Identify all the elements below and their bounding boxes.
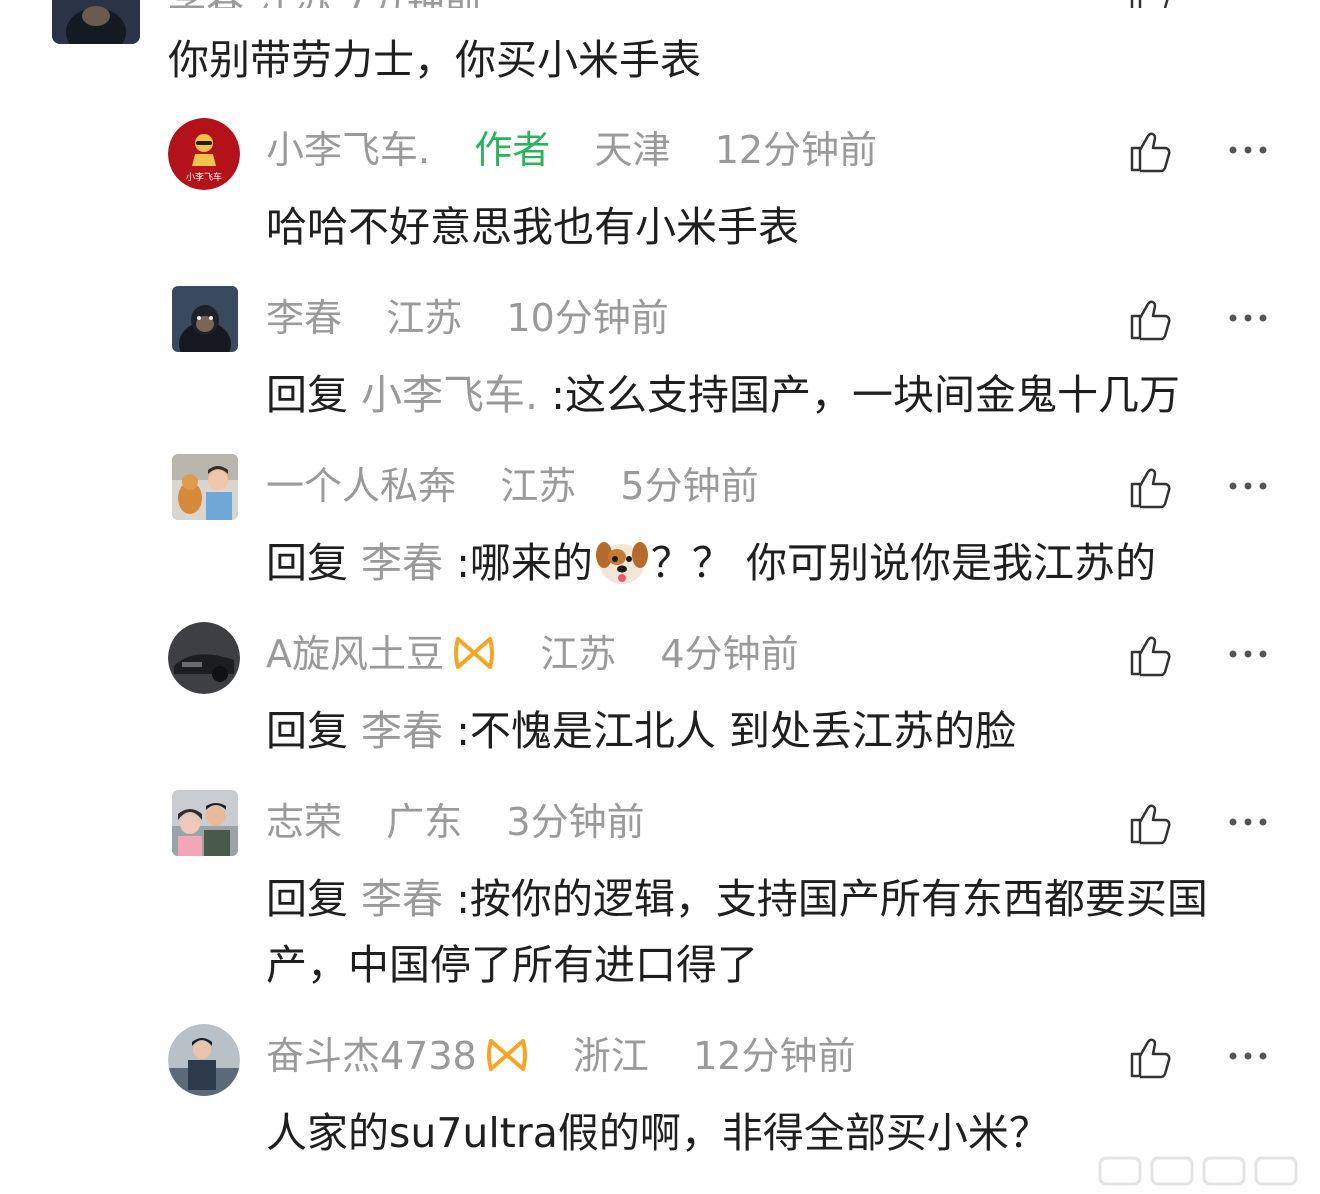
reply-text: 回复 小李飞车. :这么支持国产，一块间金鬼十几万 <box>266 362 1256 428</box>
location: 天津 <box>594 128 671 172</box>
reply-target-user[interactable]: 李春 <box>361 875 443 923</box>
reply-label: 回复 <box>266 371 348 419</box>
timestamp: 5分钟前 <box>620 464 759 508</box>
reply-content: :这么支持国产，一块间金鬼十几万 <box>551 371 1180 419</box>
top-comment-meta: 李春 江苏 7分钟前 <box>168 0 728 8</box>
reply-meta: 志荣 广东 3分钟前 <box>266 798 645 846</box>
avatar-top-comment[interactable] <box>52 0 140 44</box>
thumbs-up-icon[interactable] <box>1126 800 1174 848</box>
username[interactable]: 志荣 <box>266 800 342 844</box>
reply-label: 回复 <box>266 875 348 923</box>
location: 江苏 <box>386 296 463 340</box>
more-dots-icon[interactable] <box>1228 312 1268 324</box>
timestamp: 12分钟前 <box>714 128 878 172</box>
location: 广东 <box>386 800 463 844</box>
location: 浙江 <box>572 1034 649 1078</box>
thumbs-up-icon[interactable] <box>1126 632 1174 680</box>
reply-meta: 李春 江苏 10分钟前 <box>266 294 669 342</box>
thumbs-up-icon[interactable] <box>1126 296 1174 344</box>
dog-face-emoji <box>595 542 648 584</box>
avatar-fendoujie[interactable] <box>168 1024 240 1096</box>
avatar-lichun[interactable] <box>172 286 238 352</box>
timestamp: 12分钟前 <box>693 1034 856 1078</box>
username[interactable]: 一个人私奔 <box>266 464 456 508</box>
reply-meta: 一个人私奔 江苏 5分钟前 <box>266 462 759 510</box>
avatar-yigerensiben[interactable] <box>172 454 238 520</box>
reply-target-user[interactable]: 小李飞车. <box>361 371 538 419</box>
thumbs-up-icon[interactable] <box>1126 464 1174 512</box>
avatar-zhirong[interactable] <box>172 790 238 856</box>
more-dots-icon[interactable] <box>1228 1050 1268 1062</box>
more-dots-icon[interactable] <box>1228 480 1268 492</box>
reply-meta: 奋斗杰4738 浙江 12分钟前 <box>266 1032 855 1080</box>
vip-badge-icon <box>486 1039 527 1071</box>
more-dots-icon[interactable] <box>1228 816 1268 828</box>
top-comment-like-button[interactable] <box>1124 0 1176 8</box>
avatar-xiaolifeiche[interactable]: 小李飞车 <box>168 118 240 190</box>
username[interactable]: 李春 <box>266 296 342 340</box>
top-comment-text: 你别带劳力士，你买小米手表 <box>168 36 701 84</box>
more-dots-icon[interactable] <box>1228 648 1268 660</box>
reply-meta: 小李飞车. 作者 天津 12分钟前 <box>266 126 877 174</box>
reply-content: :不愧是江北人 到处丢江苏的脸 <box>456 707 1016 755</box>
thumbs-up-icon[interactable] <box>1126 128 1174 176</box>
reply-content: 人家的su7ultra假的啊，非得全部买小米？ <box>266 1109 1050 1157</box>
avatar-logo-text: 小李飞车 <box>186 171 222 183</box>
reply-text: 回复 李春 :哪来的 ？？ 你可别说你是我江苏的 <box>266 530 1256 596</box>
username[interactable]: 奋斗杰4738 <box>266 1034 477 1078</box>
reply-text: 回复 李春 :不愧是江北人 到处丢江苏的脸 <box>266 698 1256 764</box>
thumbs-up-icon[interactable] <box>1126 1034 1174 1082</box>
reply-target-user[interactable]: 李春 <box>361 539 443 587</box>
reply-content-after: ？？ 你可别说你是我江苏的 <box>650 539 1156 587</box>
reply-meta: A旋风土豆 江苏 4分钟前 <box>266 630 799 678</box>
location: 江苏 <box>500 464 577 508</box>
avatar-xuanfengtudou[interactable] <box>168 622 240 694</box>
more-dots-icon[interactable] <box>1228 144 1268 156</box>
reply-text: 回复 李春 :按你的逻辑，支持国产所有东西都要买国产，中国停了所有进口得了 <box>266 866 1256 998</box>
timestamp: 3分钟前 <box>506 800 645 844</box>
username[interactable]: 小李飞车. <box>266 128 430 172</box>
reply-label: 回复 <box>266 539 348 587</box>
location: 江苏 <box>540 632 617 676</box>
reply-content: 哈哈不好意思我也有小米手表 <box>266 203 799 251</box>
reply-target-user[interactable]: 李春 <box>361 707 443 755</box>
username[interactable]: A旋风土豆 <box>266 632 444 676</box>
reply-label: 回复 <box>266 707 348 755</box>
reply-text: 哈哈不好意思我也有小米手表 <box>266 194 1256 260</box>
vip-badge-icon <box>454 637 494 669</box>
timestamp: 4分钟前 <box>660 632 799 676</box>
watermark-icon <box>1098 1156 1298 1186</box>
thumbs-up-icon <box>1130 0 1169 8</box>
timestamp: 10分钟前 <box>506 296 669 340</box>
author-tag: 作者 <box>474 128 551 172</box>
reply-content-before: :哪来的 <box>456 539 593 587</box>
